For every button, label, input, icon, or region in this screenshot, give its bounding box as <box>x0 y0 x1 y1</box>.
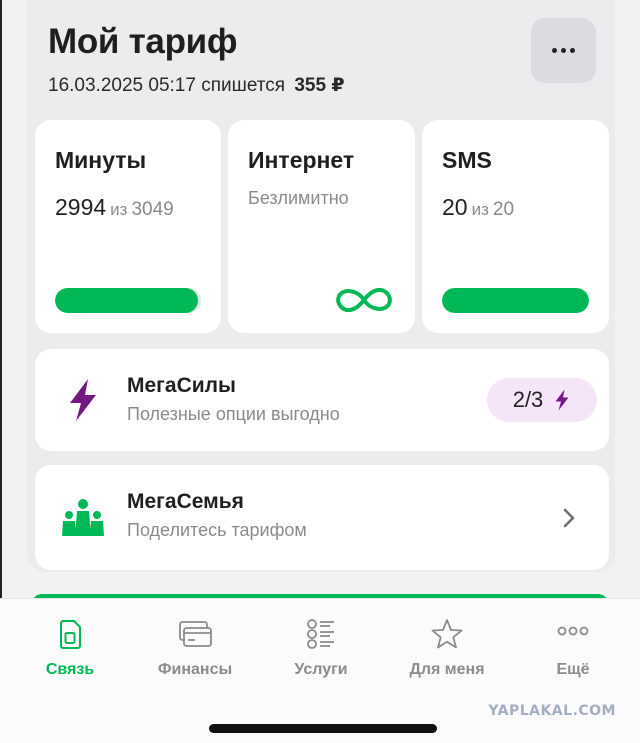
sms-value: 20 из 20 <box>442 193 514 224</box>
tab-services[interactable]: Услуги <box>257 617 385 679</box>
sms-label: SMS <box>442 147 492 173</box>
lightning-small-icon <box>555 389 569 411</box>
tab-label: Ещё <box>556 661 590 678</box>
megasily-title: МегаСилы <box>127 374 236 397</box>
sms-remaining: 20 <box>442 194 468 220</box>
more-options-button[interactable] <box>531 18 596 83</box>
watermark: YAPLAKAL.COM <box>488 703 616 719</box>
home-indicator <box>209 724 437 733</box>
minutes-value: 2994 из 3049 <box>55 193 174 224</box>
lightning-icon <box>59 376 107 424</box>
tab-svyaz[interactable]: Связь <box>6 617 134 679</box>
bottom-tab-bar: Связь Финансы Услуги Для меня Ещё <box>0 598 640 743</box>
minutes-remaining: 2994 <box>55 194 107 220</box>
megasemya-subtitle: Поделитесь тарифом <box>127 520 307 540</box>
megasily-counter: 2/3 <box>512 387 544 412</box>
chevron-right-icon <box>563 508 575 527</box>
sms-card[interactable]: SMS 20 из 20 <box>422 120 609 333</box>
infinity-icon <box>336 287 392 313</box>
megasemya-card[interactable]: МегаСемья Поделитесь тарифом <box>35 465 609 570</box>
tab-label: Услуги <box>294 661 348 678</box>
megasemya-title: МегаСемья <box>127 490 244 513</box>
megasily-counter-badge[interactable]: 2/3 <box>487 378 597 422</box>
tab-finance[interactable]: Финансы <box>131 617 259 679</box>
minutes-of: из <box>110 200 128 219</box>
minutes-progress-bar <box>55 288 201 313</box>
minutes-progress-fill <box>55 288 199 313</box>
more-dots-icon <box>557 626 589 636</box>
next-charge-date: 16.03.2025 05:17 спишется <box>48 75 286 96</box>
next-charge-amount: 355 ₽ <box>294 75 345 96</box>
internet-label: Интернет <box>248 147 355 173</box>
megasily-card[interactable]: МегаСилы Полезные опции выгодно 2/3 <box>35 349 609 451</box>
sms-progress-fill <box>442 288 589 313</box>
credit-card-icon <box>179 621 212 647</box>
sms-total: 20 <box>492 199 515 220</box>
tab-for-me[interactable]: Для меня <box>383 617 511 679</box>
sms-progress-bar <box>442 288 589 313</box>
tab-label: Связь <box>45 661 95 678</box>
services-list-icon <box>307 619 334 649</box>
megasily-subtitle: Полезные опции выгодно <box>127 404 340 424</box>
next-charge-info: 16.03.2025 05:17 спишется 355 ₽ <box>48 74 345 98</box>
tab-label: Для меня <box>409 661 485 678</box>
page-title: Мой тариф <box>48 22 238 61</box>
family-icon <box>59 494 107 542</box>
star-icon <box>431 619 463 649</box>
sms-of: из <box>471 200 489 219</box>
internet-card[interactable]: Интернет Безлимитно <box>228 120 415 333</box>
minutes-total: 3049 <box>131 199 174 220</box>
internet-status: Безлимитно <box>248 188 349 208</box>
minutes-card[interactable]: Минуты 2994 из 3049 <box>35 120 221 333</box>
more-horizontal-icon <box>552 48 575 53</box>
minutes-label: Минуты <box>55 147 147 173</box>
tab-more[interactable]: Ещё <box>509 617 637 679</box>
sim-card-icon <box>60 620 81 649</box>
tab-label: Финансы <box>157 661 233 678</box>
